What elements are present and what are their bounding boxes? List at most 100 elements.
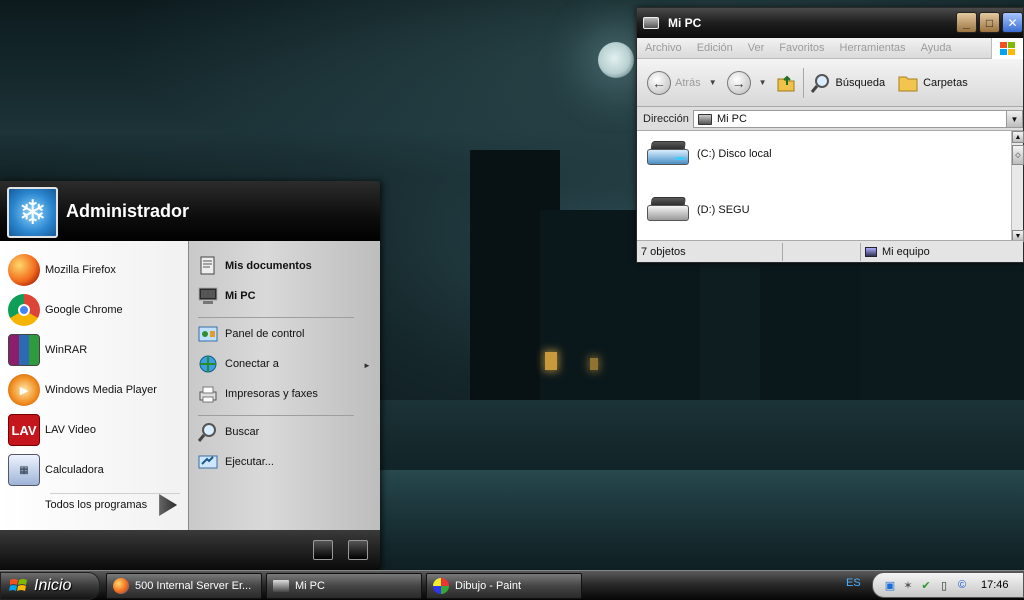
program-label: WinRAR [45,344,88,356]
program-item-firefox[interactable]: Mozilla Firefox [8,251,116,289]
system-tray: ▣ ✶ ✔ ▯ © 17:46 [872,572,1024,598]
vertical-scrollbar[interactable]: ▲ ◇ ▼ [1011,131,1024,242]
address-value: Mi PC [717,113,747,125]
scroll-thumb[interactable]: ◇ [1012,145,1024,165]
windows-logo-icon [9,579,27,591]
task-mi-pc[interactable]: Mi PC [266,573,422,599]
antivirus-icon[interactable]: ✔ [919,578,933,592]
close-button[interactable]: ✕ [1002,12,1023,33]
program-item-winrar[interactable]: WinRAR [8,331,87,369]
program-item-chrome[interactable]: Google Chrome [8,291,123,329]
menu-herramientas[interactable]: Herramientas [840,42,906,54]
task-paint[interactable]: Dibujo - Paint [426,573,582,599]
arrow-left-icon: ← [652,74,666,91]
program-label: Windows Media Player [45,384,157,396]
status-bar: 7 objetos Mi equipo [637,240,1023,262]
menu-archivo[interactable]: Archivo [645,42,682,54]
clock[interactable]: 17:46 [981,579,1009,591]
place-item-control-panel[interactable]: Panel de control [196,320,305,348]
address-bar: Dirección Mi PC ▼ [637,107,1023,131]
wallpaper-lit-window [590,358,598,370]
taskbar: Inicio 500 Internal Server Er... Mi PC D… [0,570,1024,600]
start-button[interactable]: Inicio [0,572,100,600]
start-label: Inicio [34,577,72,594]
task-label: Mi PC [295,580,325,592]
program-label: LAV Video [45,424,96,436]
network-icon [196,352,220,376]
search-button[interactable]: Búsqueda [810,72,886,94]
place-item-computer[interactable]: Mi PC [196,282,256,310]
menu-bar: Archivo Edición Ver Favoritos Herramient… [637,38,1023,59]
explorer-titlebar[interactable]: Mi PC _ □ ✕ [637,8,1023,38]
address-input[interactable]: Mi PC ▼ [693,110,1023,128]
program-item-media-player[interactable]: ▶ Windows Media Player [8,371,157,409]
update-icon[interactable]: © [955,578,969,592]
place-item-connect[interactable]: Conectar a [196,350,279,378]
menu-ver[interactable]: Ver [748,42,765,54]
wallpaper-lit-window [545,352,557,370]
start-menu-header: ❄ Administrador [0,181,380,241]
place-label: Conectar a [225,358,279,370]
places-separator [198,317,354,318]
forward-button[interactable]: → [726,70,751,95]
address-dropdown-button[interactable]: ▼ [1006,111,1022,127]
folders-label: Carpetas [923,76,968,89]
computer-icon [643,17,659,29]
battery-icon[interactable]: ▯ [937,578,951,592]
shutdown-button[interactable] [348,540,368,560]
hard-drive-icon [645,195,691,225]
wallpaper-water [380,470,1024,570]
address-label: Dirección [643,112,689,125]
maximize-button[interactable]: □ [979,12,1000,33]
place-item-documents[interactable]: Mis documentos [196,252,312,280]
search-label: Búsqueda [835,76,886,89]
media-player-icon: ▶ [8,374,40,406]
wallpaper-castle-right [860,250,1024,410]
folder-up-button[interactable] [775,72,797,94]
paint-icon [433,578,449,594]
menu-favoritos[interactable]: Favoritos [779,42,824,54]
network-icon[interactable]: ▣ [883,578,897,592]
explorer-toolbar: ← Atrás ▼ → ▼ Búsqueda Carpetas [637,59,1023,107]
search-icon [196,420,220,444]
menu-ayuda[interactable]: Ayuda [921,42,952,54]
forward-dropdown-icon[interactable]: ▼ [759,78,767,87]
place-label: Mi PC [225,290,256,302]
place-item-printers[interactable]: Impresoras y faxes [196,380,318,408]
program-item-calculator[interactable]: ▦ Calculadora [8,451,104,489]
language-indicator[interactable]: ES [846,577,861,589]
status-empty [783,242,861,261]
menu-edicion[interactable]: Edición [697,42,733,54]
lav-video-icon: LAV [8,414,40,446]
folder-icon [898,76,918,91]
place-item-search[interactable]: Buscar [196,418,259,446]
run-icon [196,450,220,474]
drive-item-c[interactable]: (C:) Disco local [645,139,772,169]
drives-list: (C:) Disco local (D:) SEGU [637,131,1011,242]
arrow-right-icon: → [731,74,746,91]
all-programs-button[interactable]: Todos los programas [45,494,178,516]
back-button[interactable]: ← [647,70,671,95]
status-location-label: Mi equipo [882,245,930,258]
folders-button[interactable]: Carpetas [897,72,968,94]
back-dropdown-icon[interactable]: ▼ [709,78,717,87]
scroll-up-button[interactable]: ▲ [1012,131,1024,143]
back-label[interactable]: Atrás [675,77,701,89]
drive-label: (C:) Disco local [697,148,772,160]
computer-icon [698,113,712,125]
task-firefox[interactable]: 500 Internal Server Er... [106,573,262,599]
calculator-icon: ▦ [8,454,40,486]
drive-item-d[interactable]: (D:) SEGU [645,195,750,225]
task-label: 500 Internal Server Er... [135,580,252,592]
all-programs-label: Todos los programas [45,499,148,511]
program-label: Calculadora [45,464,104,476]
logoff-button[interactable] [313,540,333,560]
bluetooth-icon[interactable]: ✶ [901,578,915,592]
user-avatar[interactable]: ❄ [7,187,58,238]
minimize-button[interactable]: _ [956,12,977,33]
drive-label: (D:) SEGU [697,204,750,216]
program-item-lav-video[interactable]: LAV LAV Video [8,411,96,449]
place-item-run[interactable]: Ejecutar... [196,448,274,476]
printer-icon [196,382,220,406]
search-icon [810,73,829,93]
